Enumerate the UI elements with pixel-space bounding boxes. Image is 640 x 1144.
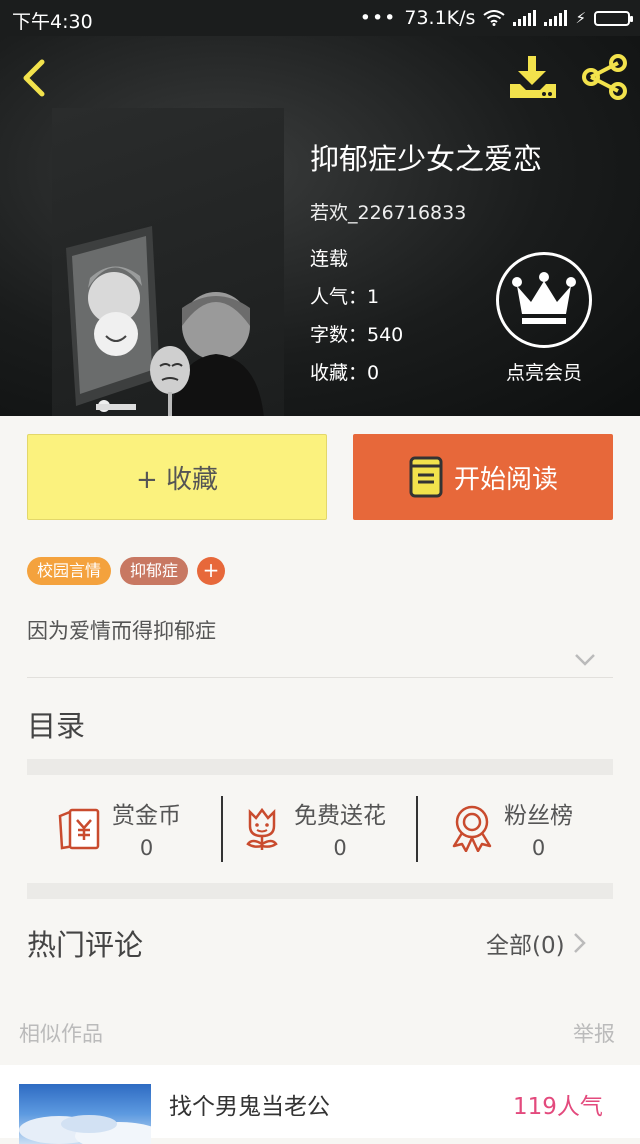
fans-rank-text: 粉丝榜 0 xyxy=(504,796,573,860)
report-button[interactable]: 举报 xyxy=(573,1018,615,1048)
book-favorites: 收藏：0 xyxy=(310,362,380,384)
medal-icon xyxy=(452,805,492,852)
free-flower-text: 免费送花 0 xyxy=(294,796,386,860)
cover-illustration xyxy=(19,1115,151,1144)
reward-count: 0 xyxy=(531,836,546,860)
book-word-count: 字数：540 xyxy=(310,324,404,346)
reward-count: 0 xyxy=(139,836,154,860)
battery-icon xyxy=(594,10,633,26)
book-popularity: 人气：1 xyxy=(310,286,380,308)
expand-description-button[interactable] xyxy=(574,652,596,666)
catalog-title[interactable]: 目录 xyxy=(27,703,85,745)
vip-label: 点亮会员 xyxy=(505,362,582,384)
book-description: 因为爱情而得抑郁症 xyxy=(27,619,216,643)
tag-item[interactable]: 抑郁症 xyxy=(120,557,189,585)
net-speed: 73.1K/s xyxy=(404,7,476,29)
divider xyxy=(27,677,613,678)
chevron-left-icon xyxy=(23,59,45,97)
all-comments-link[interactable]: 全部(0) xyxy=(486,926,587,960)
reward-separator xyxy=(416,796,418,862)
crown-icon xyxy=(512,272,576,324)
vip-button[interactable]: 点亮会员 xyxy=(492,252,596,392)
book-status: 连载 xyxy=(310,248,349,270)
reward-name: 粉丝榜 xyxy=(504,803,573,829)
reward-coin-button[interactable]: 赏金币 0 xyxy=(56,796,181,862)
similar-book-popularity: 119人气 xyxy=(513,1094,603,1120)
back-button[interactable] xyxy=(16,56,60,100)
cover-illustration xyxy=(66,226,264,416)
download-button[interactable] xyxy=(506,54,560,102)
book-header: 抑郁症少女之爱恋 若欢_226716833 连载 人气：1 字数：540 收藏：… xyxy=(0,36,640,416)
chevron-right-icon xyxy=(573,933,586,953)
red-envelope-icon xyxy=(58,808,100,850)
section-band xyxy=(27,883,613,899)
reward-coin-text: 赏金币 0 xyxy=(112,796,181,860)
add-tag-button[interactable]: + xyxy=(197,557,226,585)
reward-name: 赏金币 xyxy=(112,803,181,829)
status-bar: 下午4:30 ••• 73.1K/s ⚡ xyxy=(0,0,640,36)
reward-count: 0 xyxy=(333,836,347,860)
start-reading-button[interactable]: 开始阅读 xyxy=(353,434,613,520)
section-band xyxy=(27,759,613,775)
charging-icon: ⚡ xyxy=(575,9,586,27)
all-comments-label: 全部(0) xyxy=(486,933,565,959)
share-icon xyxy=(582,54,627,100)
book-icon xyxy=(409,456,443,498)
status-right: ••• 73.1K/s ⚡ xyxy=(359,7,633,29)
collect-button[interactable]: + 收藏 xyxy=(27,434,327,520)
book-title: 抑郁症少女之爱恋 xyxy=(310,142,543,176)
tag-item[interactable]: 校园言情 xyxy=(27,557,112,585)
vip-ring xyxy=(496,252,592,348)
reward-separator xyxy=(221,796,223,862)
fans-rank-button[interactable]: 粉丝榜 0 xyxy=(450,796,573,862)
similar-book-title: 找个男鬼当老公 xyxy=(169,1094,330,1120)
reward-name: 免费送花 xyxy=(294,803,386,829)
wifi-icon xyxy=(483,10,506,26)
book-author[interactable]: 若欢_226716833 xyxy=(310,198,466,225)
chevron-down-icon xyxy=(575,654,595,666)
hot-comments-title: 热门评论 xyxy=(27,928,144,962)
start-reading-label: 开始阅读 xyxy=(453,464,558,495)
similar-works-title: 相似作品 xyxy=(19,1022,103,1046)
signal-icon-2 xyxy=(544,10,568,26)
status-time: 下午4:30 xyxy=(12,11,93,33)
book-cover[interactable] xyxy=(52,108,284,416)
similar-book-item[interactable]: 找个男鬼当老公 119人气 xyxy=(0,1065,640,1144)
download-icon xyxy=(510,56,556,98)
flower-icon xyxy=(246,807,278,850)
similar-book-cover xyxy=(19,1084,151,1144)
signal-icon xyxy=(513,10,537,26)
free-flower-button[interactable]: 免费送花 0 xyxy=(242,796,386,862)
status-dots: ••• xyxy=(359,7,397,29)
share-button[interactable] xyxy=(578,52,632,102)
tag-list: 校园言情 抑郁症 + xyxy=(27,557,226,585)
